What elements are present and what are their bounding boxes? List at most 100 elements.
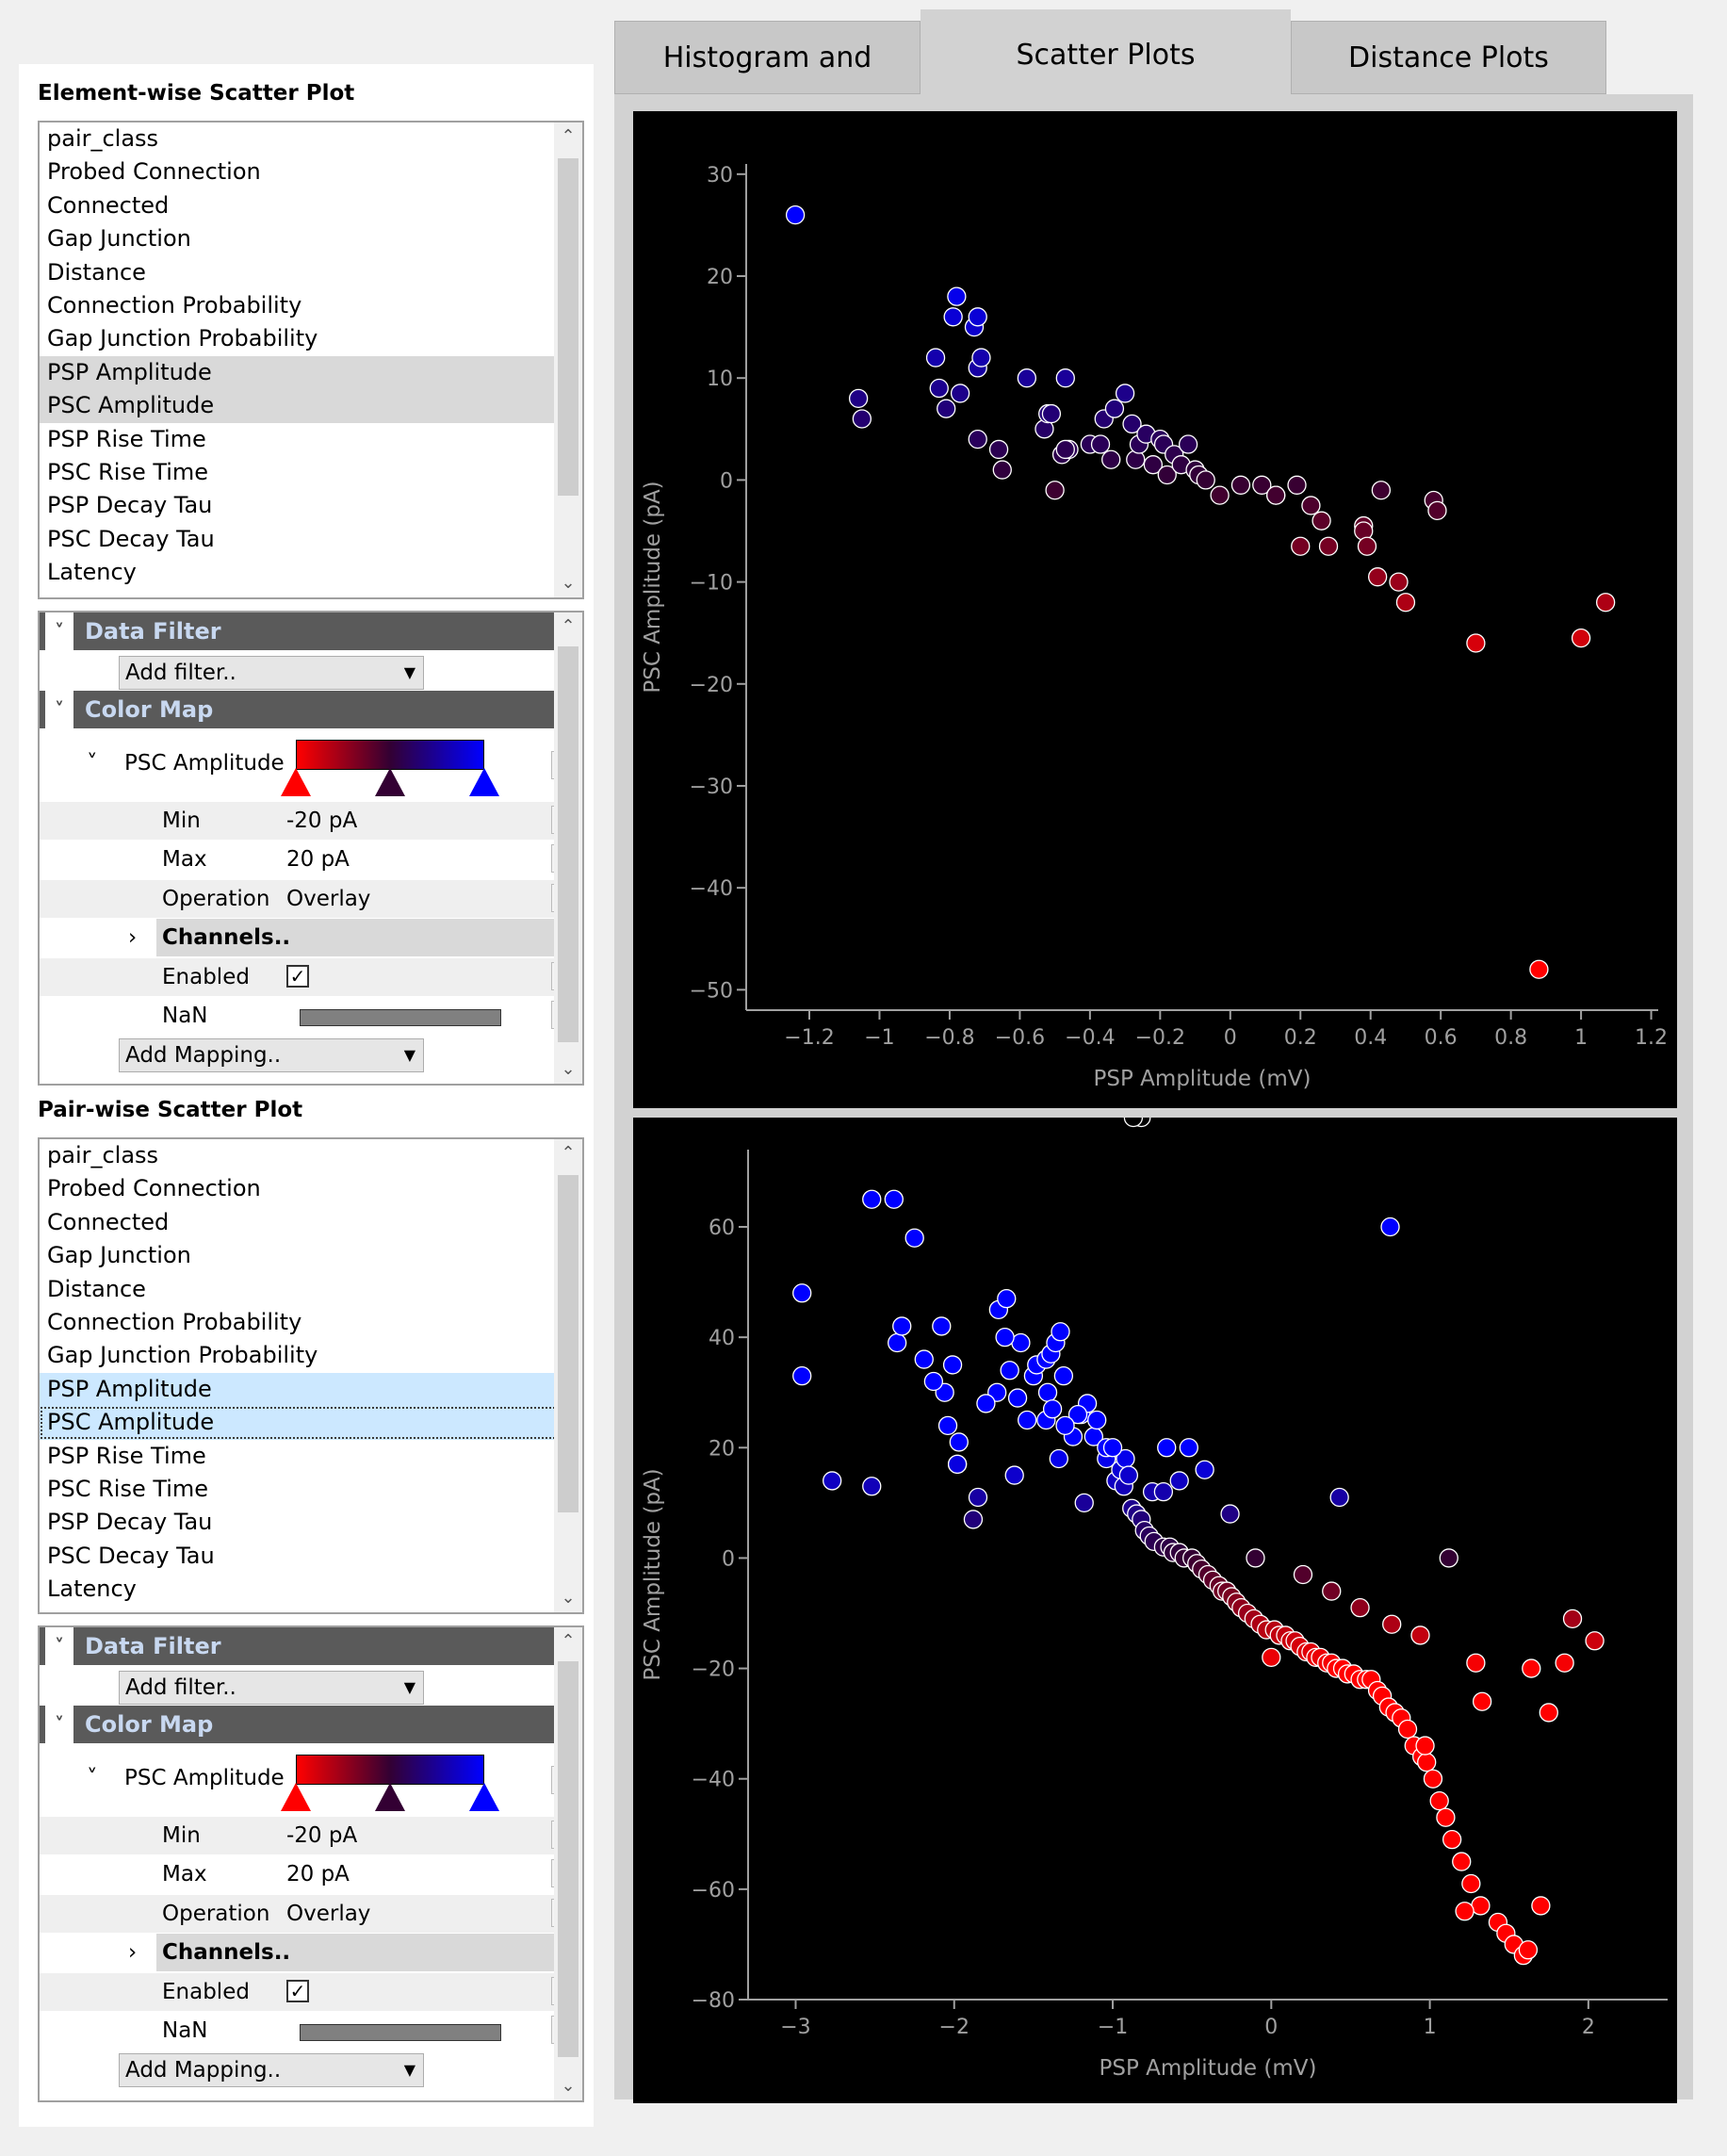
chevron-right-icon[interactable]: › — [128, 919, 137, 956]
field-list-item[interactable]: PSP Rise Time — [40, 1440, 582, 1473]
scatter-point[interactable] — [1115, 384, 1135, 403]
operation-value[interactable]: Overlay — [286, 1895, 370, 1933]
scatter-point[interactable] — [950, 384, 970, 403]
scatter-point[interactable] — [1041, 403, 1062, 424]
scatter-point[interactable] — [1007, 1388, 1028, 1408]
element-list-scrollbar[interactable]: ⌃ ⌄ — [554, 122, 582, 597]
scatter-point[interactable] — [929, 378, 949, 399]
field-list-item[interactable]: PSP Decay Tau — [40, 489, 582, 522]
scatter-point[interactable] — [884, 1189, 904, 1209]
scatter-point[interactable] — [1472, 1691, 1492, 1711]
field-list-item[interactable]: Gap Junction Probability — [40, 1339, 582, 1372]
gradient-stop-handle[interactable] — [469, 1782, 499, 1811]
channels-row[interactable]: › Channels.. — [40, 919, 554, 956]
scatter-point[interactable] — [1074, 1493, 1094, 1513]
scatter-point[interactable] — [992, 460, 1012, 480]
scatter-point[interactable] — [968, 307, 987, 327]
add-mapping-combo[interactable]: Add Mapping.. ▼ — [119, 1037, 424, 1072]
chevron-down-icon[interactable]: ˅ — [87, 740, 98, 787]
pair-field-list[interactable]: pair_class Probed Connection Connected Gap … — [38, 1137, 584, 1614]
scatter-point[interactable] — [943, 307, 963, 327]
scatter-point[interactable] — [1423, 1769, 1443, 1788]
scatter-point[interactable] — [823, 1471, 842, 1491]
scroll-up-icon[interactable]: ⌃ — [554, 612, 582, 641]
group-data-filter[interactable]: ˅ Data Filter — [40, 612, 554, 650]
scatter-point[interactable] — [914, 1349, 934, 1369]
scatter-point[interactable] — [1301, 496, 1321, 515]
scatter-point[interactable] — [1004, 1465, 1024, 1485]
scatter-point[interactable] — [1045, 481, 1065, 500]
scroll-down-icon[interactable]: ⌄ — [554, 1055, 582, 1084]
scatter-point[interactable] — [1000, 1361, 1019, 1380]
scatter-point[interactable] — [1368, 567, 1388, 587]
scatter-point[interactable] — [949, 1432, 969, 1452]
scatter-point[interactable] — [1179, 1438, 1198, 1458]
scatter-point[interactable] — [1318, 536, 1339, 556]
field-list-item[interactable]: PSP Amplitude — [40, 1372, 582, 1407]
scatter-point[interactable] — [976, 1394, 996, 1413]
scroll-up-icon[interactable]: ⌃ — [554, 122, 582, 151]
min-value[interactable]: -20 pA — [286, 802, 357, 840]
scatter-point[interactable] — [1051, 1322, 1070, 1342]
scatter-point[interactable] — [1101, 449, 1121, 469]
scatter-point[interactable] — [968, 429, 987, 449]
chevron-down-icon[interactable]: ˅ — [45, 1706, 73, 1743]
field-list-item[interactable]: Gap Junction Probability — [40, 322, 582, 355]
scatter-point[interactable] — [947, 286, 967, 306]
scatter-point[interactable] — [1291, 536, 1311, 556]
scatter-point[interactable] — [1585, 1631, 1605, 1651]
scatter-point[interactable] — [1427, 500, 1447, 521]
scatter-point[interactable] — [1210, 485, 1230, 505]
add-mapping-combo[interactable]: Add Mapping.. ▼ — [119, 2052, 424, 2087]
scroll-down-icon[interactable]: ⌄ — [554, 2072, 582, 2100]
scatter-point[interactable] — [1455, 1902, 1474, 1921]
gradient-bar[interactable] — [296, 739, 484, 770]
colormap-gradient[interactable] — [281, 1754, 499, 1813]
scatter-point[interactable] — [862, 1189, 882, 1209]
scatter-point[interactable] — [1055, 1415, 1075, 1436]
scatter-point[interactable] — [1293, 1564, 1313, 1585]
chevron-down-icon[interactable]: ˅ — [45, 1627, 73, 1665]
scatter-point[interactable] — [1087, 1410, 1107, 1430]
field-list-item[interactable]: PSC Rise Time — [40, 1473, 582, 1506]
scatter-point[interactable] — [1118, 1465, 1139, 1485]
gradient-stop-handle[interactable] — [281, 767, 311, 796]
field-list-item[interactable]: Connection Probability — [40, 289, 582, 322]
scatter-point[interactable] — [1169, 1471, 1189, 1491]
scatter-point[interactable] — [792, 1365, 812, 1386]
scatter-point[interactable] — [1246, 1548, 1265, 1568]
tree-scrollbar[interactable]: ⌃ ⌄ — [554, 612, 582, 1084]
scatter-point[interactable] — [1382, 1614, 1402, 1634]
field-list-item[interactable]: Latency — [40, 1573, 582, 1606]
scatter-point[interactable] — [1049, 1448, 1068, 1469]
field-list-item[interactable]: Probed Connection — [40, 155, 582, 188]
operation-value[interactable]: Overlay — [286, 880, 370, 918]
add-filter-combo[interactable]: Add filter.. ▼ — [119, 655, 424, 690]
field-list-item[interactable]: Probed Connection — [40, 1172, 582, 1205]
gradient-bar[interactable] — [296, 1754, 484, 1785]
scatter-point[interactable] — [997, 1288, 1017, 1309]
max-value[interactable]: 20 pA — [286, 841, 350, 878]
scatter-point[interactable] — [792, 1283, 812, 1303]
scatter-point[interactable] — [1018, 1410, 1037, 1430]
scatter-point[interactable] — [937, 399, 956, 418]
scroll-thumb[interactable] — [558, 646, 578, 1042]
field-list-item[interactable]: PSC Rise Time — [40, 456, 582, 489]
scatter-point[interactable] — [1011, 1332, 1031, 1353]
tab-histogram[interactable]: Histogram and TSeries — [614, 21, 921, 148]
gradient-stop-handle[interactable] — [375, 767, 405, 796]
scatter-point[interactable] — [1053, 1365, 1074, 1386]
scatter-point[interactable] — [1397, 1719, 1418, 1740]
scatter-point[interactable] — [1042, 1399, 1063, 1419]
scatter-point[interactable] — [937, 1415, 958, 1436]
field-list-item[interactable]: Connected — [40, 1206, 582, 1239]
scatter-point[interactable] — [1322, 1581, 1342, 1601]
field-list-item[interactable]: PSP Amplitude — [40, 355, 582, 390]
field-list-item[interactable]: PSP Decay Tau — [40, 1506, 582, 1539]
scatter-point[interactable] — [1429, 1790, 1449, 1811]
scatter-point[interactable] — [995, 1327, 1015, 1348]
tab-scatter-plots[interactable]: Scatter Plots — [921, 9, 1291, 94]
max-value[interactable]: 20 pA — [286, 1855, 350, 1893]
scatter-point[interactable] — [1312, 511, 1331, 531]
scatter-point[interactable] — [1442, 1829, 1462, 1850]
